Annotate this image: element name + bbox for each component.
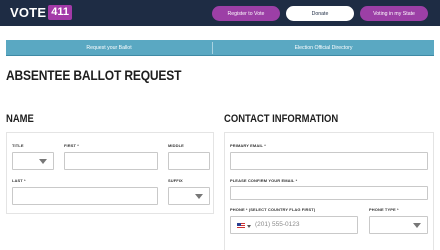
- first-name-label: FIRST *: [64, 143, 79, 148]
- top-header: VOTE 411 Register to Vote Donate Voting …: [0, 0, 440, 26]
- voting-in-my-state-button[interactable]: Voting in my State: [360, 6, 428, 21]
- name-section-heading: NAME: [6, 113, 34, 125]
- contact-section-heading: CONTACT INFORMATION: [224, 113, 339, 125]
- chevron-down-icon: [39, 159, 47, 164]
- phone-placeholder: (201) 555-0123: [255, 221, 300, 228]
- logo-text: VOTE: [10, 5, 47, 20]
- title-select[interactable]: [12, 152, 54, 170]
- tab-request-your-ballot[interactable]: Request your Ballot: [6, 40, 212, 56]
- contact-form-panel: PRIMARY EMAIL * PLEASE CONFIRM YOUR EMAI…: [224, 132, 434, 250]
- donate-button[interactable]: Donate: [286, 6, 354, 21]
- tab-election-official-directory[interactable]: Election Official Directory: [213, 40, 434, 56]
- confirm-email-label: PLEASE CONFIRM YOUR EMAIL *: [230, 178, 298, 183]
- chevron-down-icon: [247, 225, 251, 228]
- middle-name-input[interactable]: [168, 152, 210, 170]
- first-name-input[interactable]: [64, 152, 158, 170]
- phone-type-select[interactable]: [369, 216, 428, 234]
- title-label: TITLE: [12, 143, 24, 148]
- page-title: ABSENTEE BALLOT REQUEST: [6, 67, 182, 83]
- phone-input[interactable]: (201) 555-0123: [230, 216, 358, 234]
- register-to-vote-button[interactable]: Register to Vote: [212, 6, 280, 21]
- suffix-select[interactable]: [168, 187, 210, 205]
- middle-name-label: MIDDLE: [168, 143, 184, 148]
- name-form-panel: TITLE FIRST * MIDDLE LAST * SUFFIX: [6, 132, 214, 214]
- vote411-logo[interactable]: VOTE 411: [10, 4, 72, 21]
- phone-label: PHONE * (SELECT COUNTRY FLAG FIRST): [230, 207, 316, 212]
- suffix-label: SUFFIX: [168, 178, 183, 183]
- us-flag-icon[interactable]: [237, 223, 245, 229]
- logo-badge: 411: [48, 5, 72, 20]
- last-name-label: LAST *: [12, 178, 26, 183]
- phone-type-label: PHONE TYPE *: [369, 207, 399, 212]
- primary-email-input[interactable]: [230, 152, 428, 170]
- last-name-input[interactable]: [12, 187, 158, 205]
- confirm-email-input[interactable]: [230, 186, 428, 200]
- primary-email-label: PRIMARY EMAIL *: [230, 143, 266, 148]
- tab-bar: Request your Ballot Election Official Di…: [6, 40, 434, 56]
- chevron-down-icon: [413, 223, 421, 228]
- chevron-down-icon: [195, 194, 203, 199]
